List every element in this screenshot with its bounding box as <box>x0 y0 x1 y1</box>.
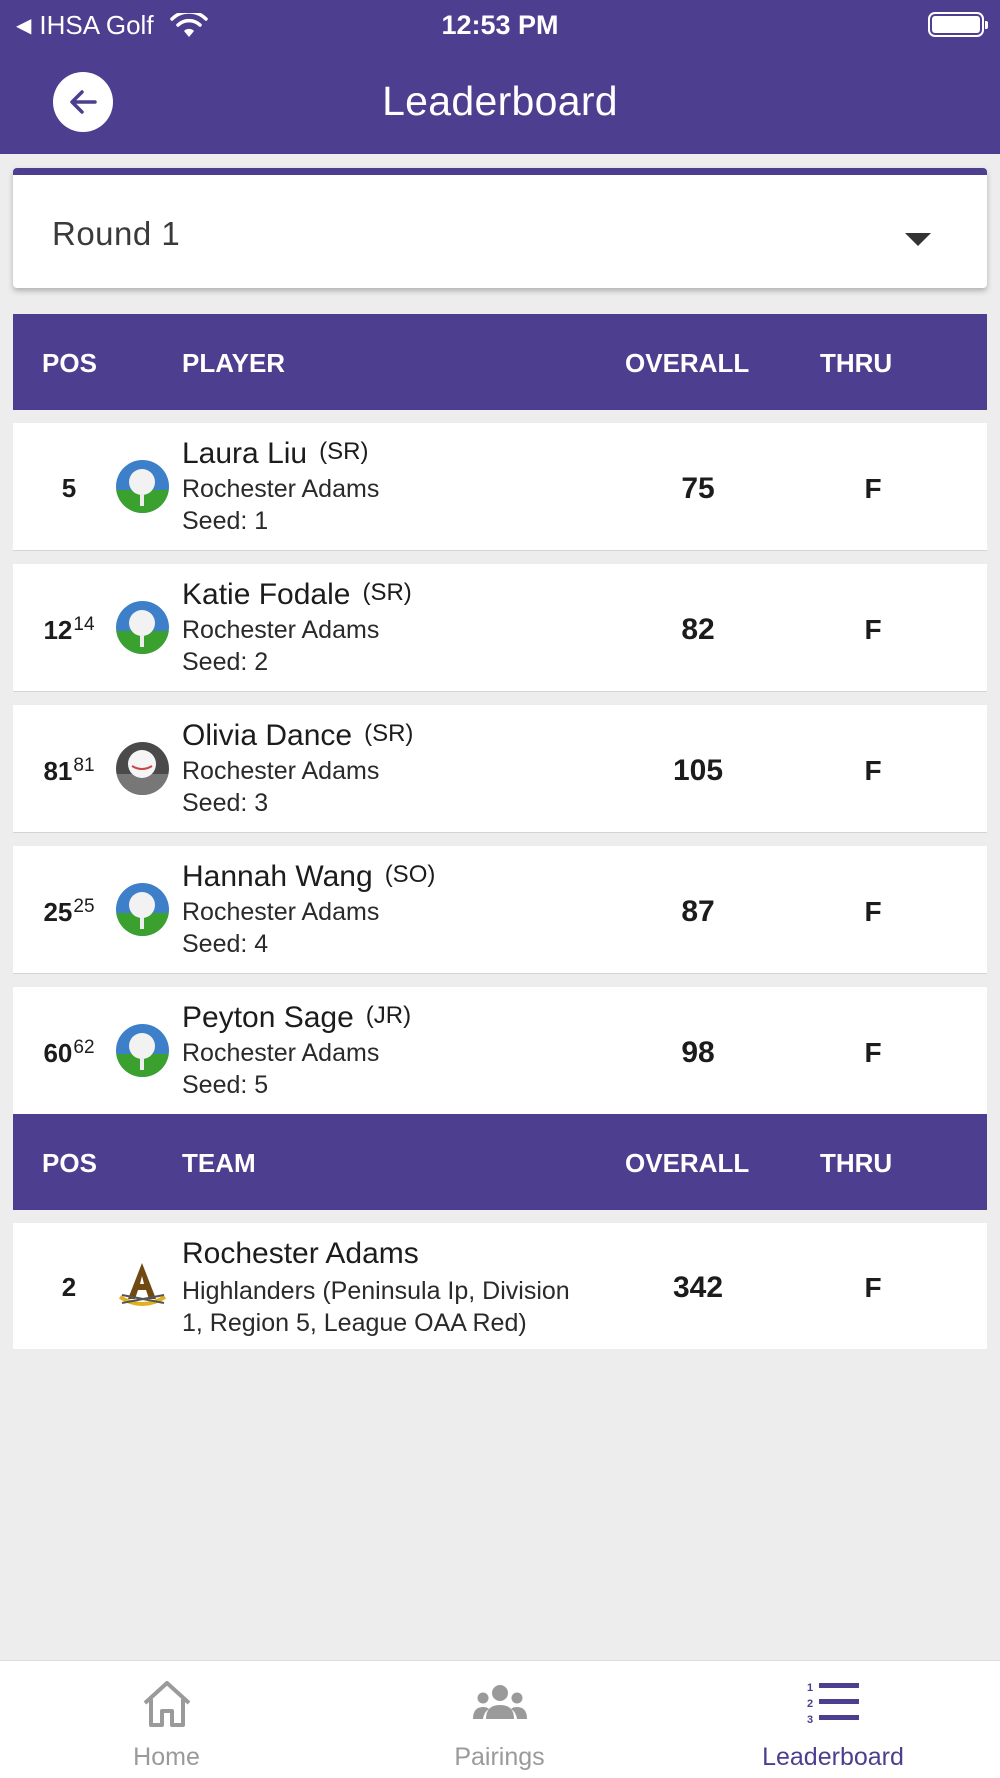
header-overall: OVERALL <box>625 348 750 378</box>
player-class: (SR) <box>362 579 412 606</box>
player-seed: Seed: 2 <box>182 648 269 676</box>
round-select-value: Round 1 <box>52 215 181 252</box>
people-icon <box>472 1685 527 1719</box>
player-school: Rochester Adams <box>182 757 380 785</box>
nav-pairings-label: Pairings <box>454 1743 545 1771</box>
player-pos-prev: 25 <box>73 896 95 917</box>
player-school: Rochester Adams <box>182 1039 380 1067</box>
home-icon <box>143 1681 190 1727</box>
player-name: Laura Liu (SR) <box>182 437 369 470</box>
player-row[interactable]: 1214 Katie Fodale (SR) Rochester Adams Se… <box>13 564 987 692</box>
golf-ball-avatar <box>116 1024 169 1077</box>
player-thru: F <box>864 614 882 645</box>
golf-ball-avatar <box>116 601 169 654</box>
caret-down-icon <box>905 233 931 246</box>
status-bar: ◀ IHSA Golf 12:53 PM <box>0 0 1000 50</box>
player-school: Rochester Adams <box>182 616 380 644</box>
player-row[interactable]: 8181 Olivia Dance (SR) Rochester Adams Se… <box>13 705 987 833</box>
header-team: TEAM <box>182 1148 256 1178</box>
golf-ball-avatar <box>116 883 169 936</box>
player-pos: 1214 <box>43 614 95 645</box>
leaderboard-list-icon: 1 2 3 <box>807 1682 859 1726</box>
team-description: Highlanders (Peninsula Ip, Division 1, R… <box>182 1277 570 1337</box>
header-thru: THRU <box>820 1148 893 1178</box>
team-logo <box>118 1263 167 1306</box>
player-seed: Seed: 1 <box>182 507 269 535</box>
player-row[interactable]: 6062 Peyton Sage (JR) Rochester Adams See… <box>13 987 987 1115</box>
team-table-header: POS TEAM OVERALL THRU <box>13 1114 987 1210</box>
nav-leaderboard[interactable]: 1 2 3 Leaderboard <box>666 1661 1000 1778</box>
svg-text:1: 1 <box>807 1682 813 1694</box>
player-name: Katie Fodale (SR) <box>182 578 412 611</box>
nav-home-label: Home <box>133 1743 200 1771</box>
player-row[interactable]: 2525 Hannah Wang (SO) Rochester Adams See… <box>13 846 987 974</box>
player-class: (SO) <box>384 861 436 888</box>
player-thru: F <box>864 896 882 927</box>
player-pos-prev: 81 <box>73 755 95 776</box>
player-pos: 8181 <box>43 755 95 786</box>
player-row[interactable]: 5 Laura Liu (SR) Rochester Adams Seed: 1 … <box>13 423 987 551</box>
nav-home[interactable]: Home <box>0 1661 333 1778</box>
svg-text:3: 3 <box>807 1714 813 1726</box>
app-screen: ◀ IHSA Golf 12:53 PM Leaderboard Round 1… <box>0 0 1000 1778</box>
player-thru: F <box>864 1037 882 1068</box>
player-pos: 5 <box>61 473 77 503</box>
player-class: (SR) <box>319 438 369 465</box>
player-table-header: POS PLAYER OVERALL THRU <box>13 314 987 410</box>
team-row[interactable]: 2 Rochester Adams Highlanders (Peninsula… <box>13 1223 987 1349</box>
player-school: Rochester Adams <box>182 475 380 503</box>
player-name: Olivia Dance (SR) <box>182 719 414 752</box>
player-class: (JR) <box>365 1002 412 1029</box>
player-seed: Seed: 4 <box>182 930 269 958</box>
top-bar: ◀ IHSA Golf 12:53 PM Leaderboard <box>0 0 1000 154</box>
header-pos: POS <box>42 1148 97 1178</box>
nav-pairings[interactable]: Pairings <box>333 1661 666 1778</box>
header-thru: THRU <box>820 348 893 378</box>
player-seed: Seed: 3 <box>182 789 269 817</box>
header-pos: POS <box>42 348 97 378</box>
team-pos: 2 <box>61 1272 77 1302</box>
golf-ball-avatar <box>116 742 169 795</box>
player-pos-prev: 62 <box>73 1037 95 1058</box>
player-pos: 6062 <box>43 1037 95 1068</box>
player-seed: Seed: 5 <box>182 1071 269 1099</box>
round-select[interactable]: Round 1 <box>13 168 987 288</box>
player-name: Hannah Wang (SO) <box>182 860 436 893</box>
header-player: PLAYER <box>182 348 286 378</box>
battery-icon <box>928 12 988 37</box>
status-time: 12:53 PM <box>441 10 559 40</box>
header-overall: OVERALL <box>625 1148 750 1178</box>
nav-leaderboard-label: Leaderboard <box>762 1743 904 1771</box>
player-pos: 2525 <box>43 896 95 927</box>
page-title: Leaderboard <box>382 78 618 124</box>
player-pos-prev: 14 <box>73 614 95 635</box>
golf-ball-avatar <box>116 460 169 513</box>
svg-text:2: 2 <box>807 1698 813 1710</box>
player-school: Rochester Adams <box>182 898 380 926</box>
player-class: (SR) <box>364 720 414 747</box>
team-name: Rochester Adams <box>182 1237 419 1270</box>
player-thru: F <box>864 755 882 786</box>
player-thru: F <box>864 473 882 504</box>
bottom-nav: Home Pairings 1 2 3 Leaderboard <box>0 1660 1000 1778</box>
player-name: Peyton Sage (JR) <box>182 1001 412 1034</box>
team-thru: F <box>864 1272 882 1303</box>
